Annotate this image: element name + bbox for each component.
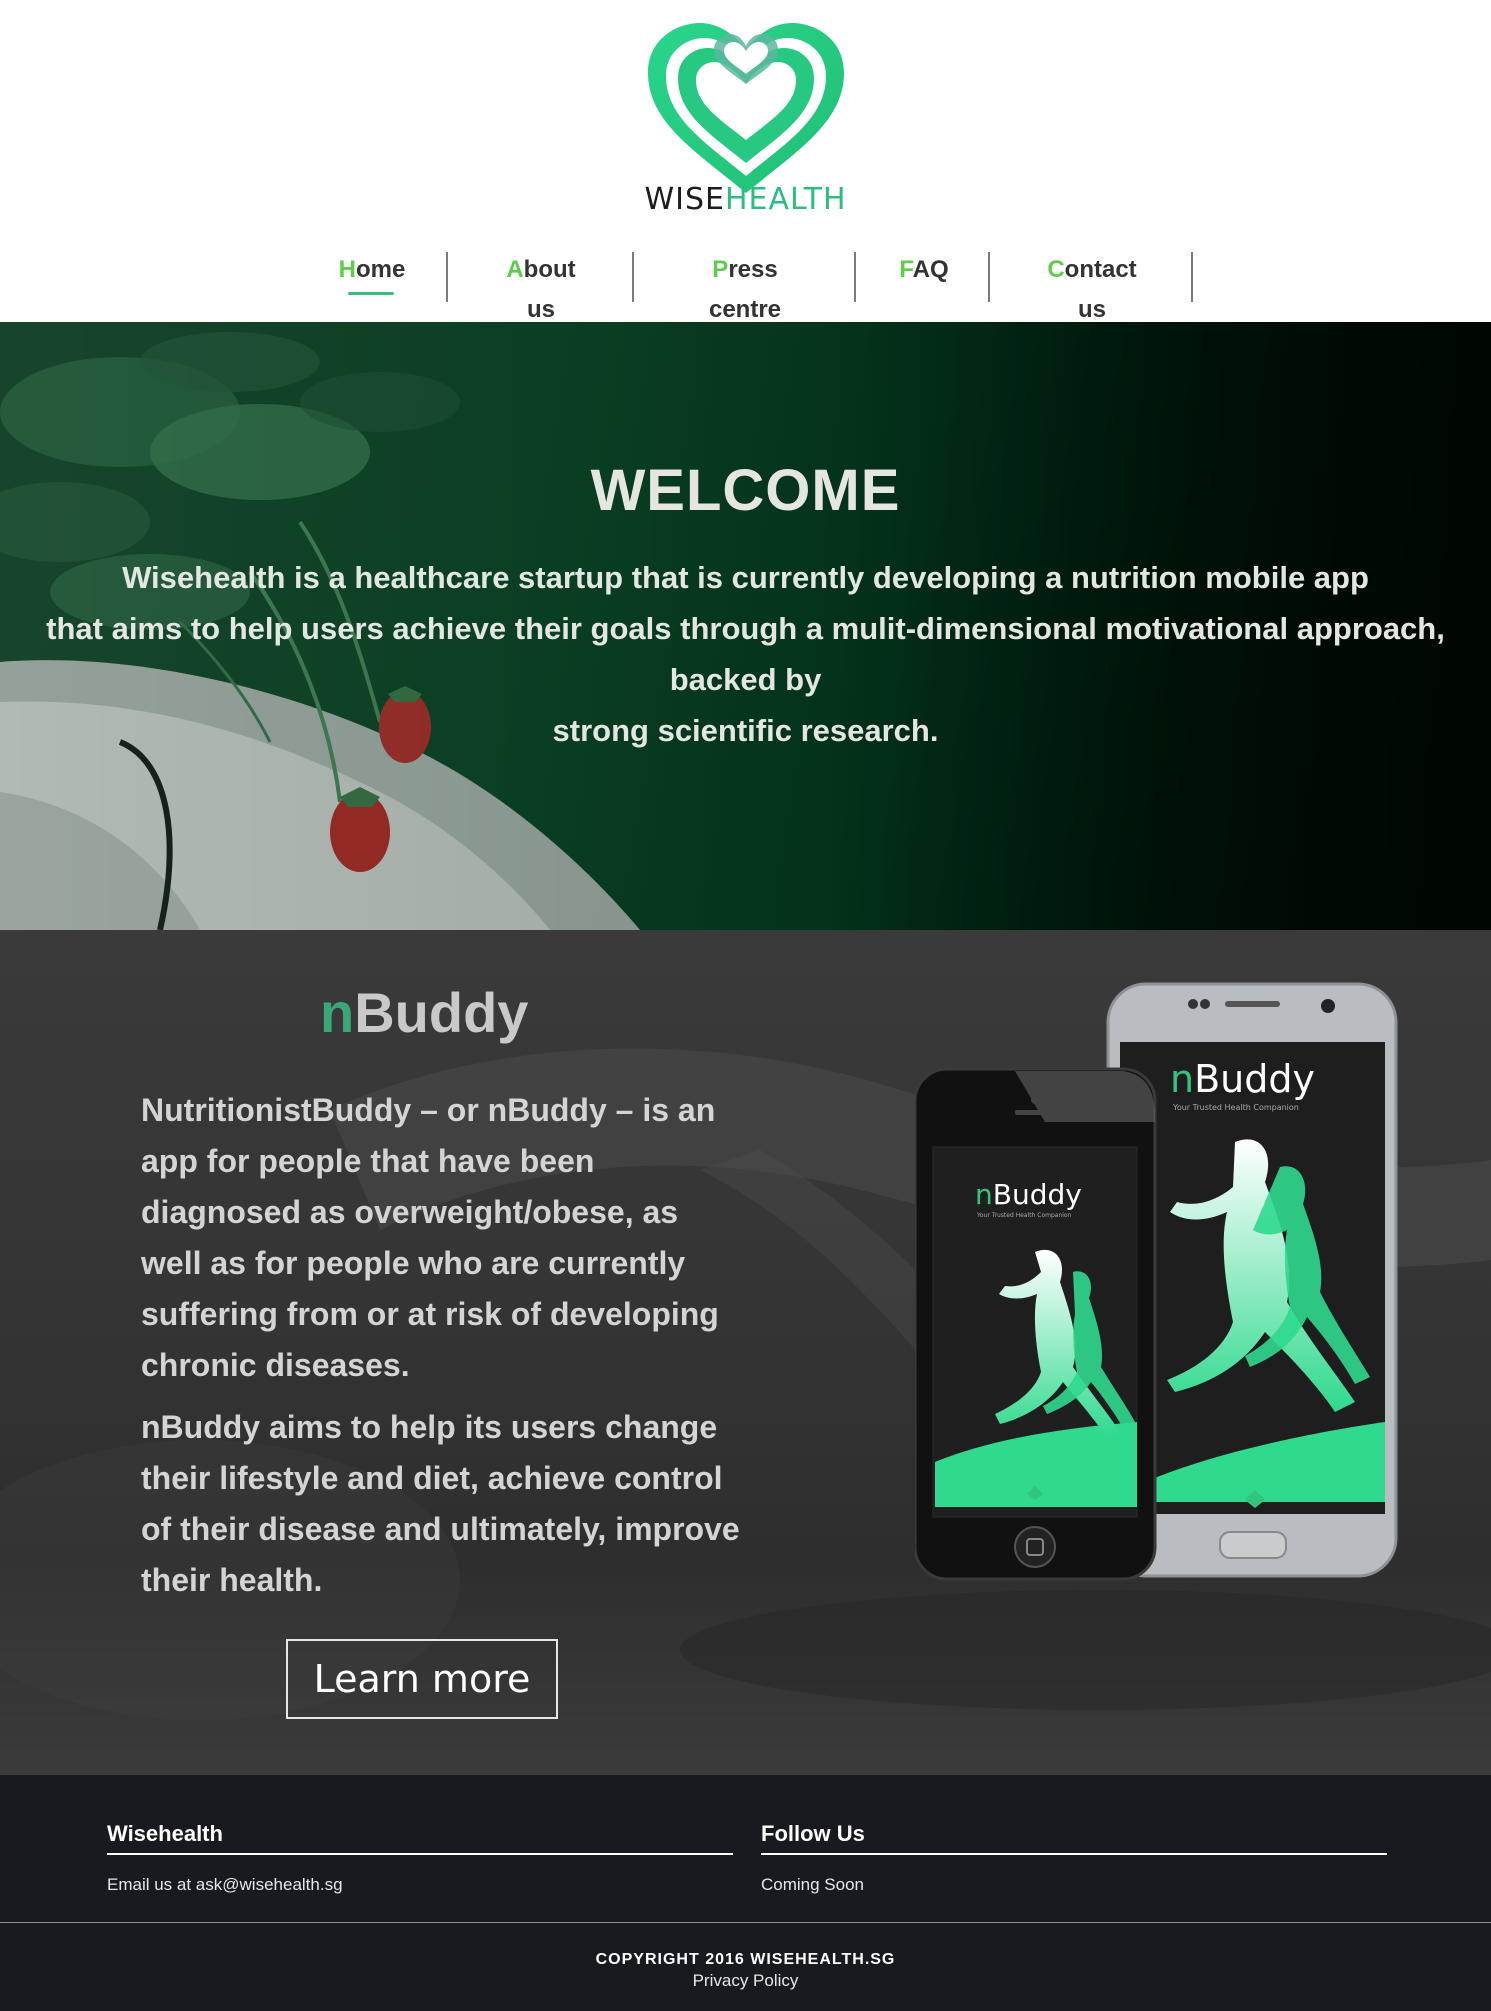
nav-divider	[446, 252, 448, 302]
logo-word-health: HEALTH	[725, 182, 847, 217]
learn-more-button[interactable]: Learn more	[286, 1639, 558, 1719]
nav-about-initial: A	[506, 256, 524, 283]
phones-mockup-image: nBuddy Your Trusted Health Companion nBu…	[915, 982, 1398, 1581]
logo-word-wise: WISE	[644, 182, 725, 217]
welcome-line-3: backed by	[669, 662, 822, 697]
phone-tagline-small: Your Trusted Health Companion	[976, 1212, 1072, 1219]
nbuddy-title-rest: Buddy	[354, 981, 529, 1044]
site-footer: Wisehealth Email us at ask@wisehealth.sg…	[0, 1775, 1491, 2011]
footer-column-wisehealth: Wisehealth Email us at ask@wisehealth.sg	[107, 1821, 733, 1895]
copyright-text: COPYRIGHT 2016 WISEHEALTH.SG	[595, 1951, 896, 1968]
nav-faq-label: AQ	[912, 256, 949, 283]
footer-column-follow-us: Follow Us Coming Soon	[761, 1821, 1387, 1895]
nav-divider	[854, 252, 856, 302]
nav-faq-initial: F	[899, 256, 913, 283]
nbuddy-section: nBuddy NutritionistBuddy – or nBuddy – i…	[0, 930, 1491, 1775]
footer-coming-soon-text: Coming Soon	[761, 1875, 865, 1894]
nbuddy-title-n: n	[320, 981, 355, 1044]
welcome-description: Wisehealth is a healthcare startup that …	[0, 552, 1491, 756]
nav-divider	[632, 252, 634, 302]
nbuddy-description-2: nBuddy aims to help its users change the…	[141, 1409, 740, 1598]
footer-divider	[0, 1922, 1491, 1923]
nav-press-initial: P	[712, 256, 729, 283]
phone-app-title-large: nBuddy	[1170, 1057, 1315, 1101]
main-nav: Home About us Press centre FAQ Contact u…	[0, 250, 1491, 323]
nav-contact-initial: C	[1047, 256, 1065, 283]
welcome-hero: WELCOME Wisehealth is a healthcare start…	[0, 322, 1491, 930]
nav-faq[interactable]: FAQ	[899, 250, 949, 302]
phone-app-title-small: nBuddy	[975, 1178, 1082, 1211]
nav-about-label: bout us	[523, 256, 576, 323]
logo-wordmark[interactable]: WISEHEALTH	[0, 182, 1491, 217]
footer-email-text[interactable]: Email us at ask@wisehealth.sg	[107, 1875, 733, 1895]
nav-press-centre[interactable]: Press centre	[677, 250, 813, 323]
nav-contact-us[interactable]: Contact us	[1033, 250, 1151, 323]
active-nav-indicator	[348, 292, 394, 295]
nav-home-initial: H	[338, 256, 356, 283]
nav-divider	[1191, 252, 1193, 302]
welcome-title: WELCOME	[590, 458, 901, 523]
phone-tagline-large: Your Trusted Health Companion	[1172, 1103, 1299, 1112]
nav-contact-label: ontact us	[1064, 256, 1137, 323]
nav-divider	[988, 252, 990, 302]
welcome-line-2: that aims to help users achieve their go…	[46, 611, 1445, 646]
nbuddy-description-1: NutritionistBuddy – or nBuddy – is an ap…	[141, 1092, 719, 1383]
nbuddy-title: nBuddy	[320, 980, 528, 1045]
privacy-policy-link[interactable]: Privacy Policy	[0, 1971, 1491, 1991]
welcome-line-1: Wisehealth is a healthcare startup that …	[122, 560, 1369, 595]
nav-about-us[interactable]: About us	[490, 250, 592, 323]
footer-heading-follow-us: Follow Us	[761, 1821, 1387, 1855]
welcome-line-4: strong scientific research.	[552, 713, 939, 748]
nav-home-label: ome	[355, 256, 406, 283]
site-header: WISEHEALTH Home About us Press centre FA…	[0, 0, 1491, 323]
footer-heading-wisehealth: Wisehealth	[107, 1821, 733, 1855]
